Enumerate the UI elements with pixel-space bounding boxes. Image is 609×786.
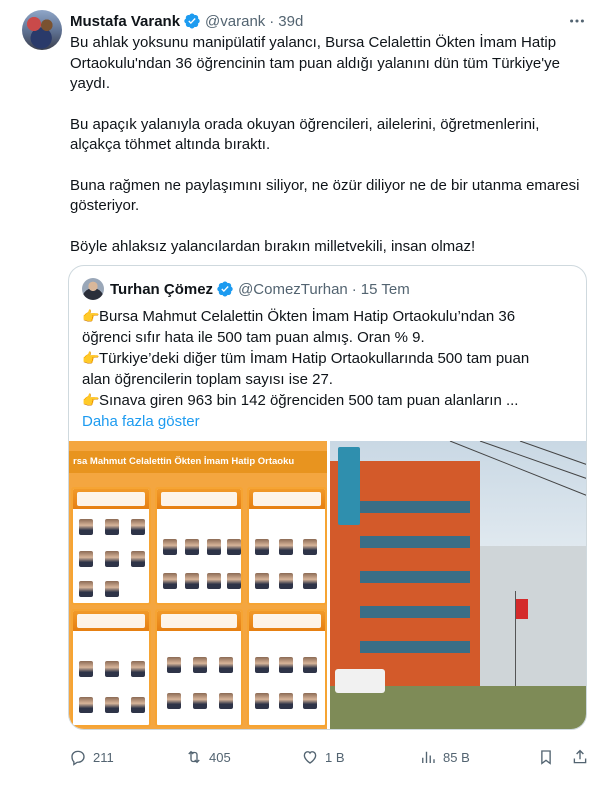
tweet-card: Mustafa Varank @varank · 39d Bu ahlak yo… bbox=[0, 0, 609, 786]
reply-count: 211 bbox=[93, 749, 114, 765]
share-icon bbox=[573, 749, 587, 764]
author-avatar[interactable] bbox=[22, 10, 62, 50]
quoted-tweet-header: Turhan Çömez @ComezTurhan · 15 Tem bbox=[82, 278, 410, 300]
poster-panel bbox=[71, 609, 151, 727]
side-building bbox=[480, 546, 586, 686]
quoted-text-line: 👉Sınava giren 963 bin 142 öğrenciden 500… bbox=[82, 390, 577, 412]
tweet-paragraph: Böyle ahlaksız yalancılardan bırakın mil… bbox=[70, 237, 476, 255]
share-button[interactable] bbox=[571, 747, 595, 767]
poster-panel bbox=[71, 487, 151, 605]
poster-banner: rsa Mahmut Celalettin Ökten İmam Hatip O… bbox=[69, 451, 327, 473]
pointing-hand-icon: 👉 bbox=[82, 308, 100, 324]
tweet-paragraph: Bu ahlak yoksunu manipülatif yalancı, Bu… bbox=[70, 34, 560, 92]
truck bbox=[335, 669, 385, 693]
view-count: 85 B bbox=[443, 749, 470, 765]
tweet-paragraph: Bu apaçık yalanıyla orada okuyan öğrenci… bbox=[70, 115, 540, 154]
tweet-header: Mustafa Varank @varank · 39d bbox=[70, 11, 303, 31]
quoted-text-line: 👉Bursa Mahmut Celalettin Ökten İmam Hati… bbox=[82, 306, 577, 328]
turkish-flag bbox=[516, 599, 528, 619]
like-button[interactable]: 1 B bbox=[301, 747, 345, 767]
quoted-line-text: Bursa Mahmut Celalettin Ökten İmam Hatip… bbox=[99, 308, 516, 325]
heart-icon bbox=[303, 751, 317, 764]
author-handle[interactable]: @varank bbox=[205, 13, 265, 30]
quoted-media: rsa Mahmut Celalettin Ökten İmam Hatip O… bbox=[69, 441, 586, 729]
poster-panel bbox=[155, 609, 243, 727]
show-more-link[interactable]: Daha fazla göster bbox=[82, 412, 577, 433]
quoted-text-line: alan öğrencilerin toplam sayısı ise 27. bbox=[82, 370, 577, 391]
reply-icon bbox=[71, 750, 85, 766]
school-poster-image[interactable]: rsa Mahmut Celalettin Ökten İmam Hatip O… bbox=[69, 441, 327, 729]
quoted-author-handle[interactable]: @ComezTurhan bbox=[238, 281, 348, 298]
quoted-text-line: öğrenci sıfır hata ile 500 tam puan almı… bbox=[82, 328, 577, 349]
like-count: 1 B bbox=[325, 749, 345, 765]
quoted-text-line: 👉Türkiye’deki diğer tüm İmam Hatip Ortao… bbox=[82, 348, 577, 370]
quoted-line-text: Sınava giren 963 bin 142 öğrenciden 500 … bbox=[99, 392, 519, 409]
reply-button[interactable]: 211 bbox=[69, 747, 114, 767]
pointing-hand-icon: 👉 bbox=[82, 392, 100, 408]
poster-panel bbox=[247, 609, 327, 727]
repost-button[interactable]: 405 bbox=[185, 747, 231, 767]
school-building-photo[interactable] bbox=[330, 441, 586, 729]
quoted-author-name[interactable]: Turhan Çömez bbox=[110, 281, 213, 298]
quoted-line-text: öğrenci sıfır hata ile 500 tam puan almı… bbox=[82, 328, 425, 346]
separator-dot: · bbox=[351, 280, 357, 298]
pointing-hand-icon: 👉 bbox=[82, 350, 100, 366]
quoted-author-avatar[interactable] bbox=[82, 278, 104, 300]
quoted-line-text: alan öğrencilerin toplam sayısı ise 27. bbox=[82, 370, 333, 388]
quoted-line-text: Türkiye’deki diğer tüm İmam Hatip Ortaok… bbox=[99, 350, 530, 367]
tweet-time[interactable]: 39d bbox=[278, 13, 303, 30]
views-button[interactable]: 85 B bbox=[419, 747, 470, 767]
poster-panel bbox=[155, 487, 243, 605]
repost-count: 405 bbox=[209, 749, 231, 765]
verified-badge-icon bbox=[183, 12, 201, 30]
tweet-text: Bu ahlak yoksunu manipülatif yalancı, Bu… bbox=[70, 33, 590, 277]
quoted-tweet-text: 👉Bursa Mahmut Celalettin Ökten İmam Hati… bbox=[82, 306, 577, 432]
tweet-paragraph: Buna rağmen ne paylaşımını siliyor, ne ö… bbox=[70, 176, 580, 215]
views-chart-icon bbox=[422, 751, 435, 763]
verified-badge-icon bbox=[216, 280, 234, 298]
bookmark-button[interactable] bbox=[537, 747, 561, 767]
school-sign bbox=[338, 447, 360, 525]
poster-panel bbox=[247, 487, 327, 605]
bookmark-icon bbox=[541, 750, 551, 765]
quoted-tweet-time[interactable]: 15 Tem bbox=[361, 281, 410, 298]
quoted-tweet[interactable]: Turhan Çömez @ComezTurhan · 15 Tem 👉Burs… bbox=[68, 265, 587, 730]
tweet-actions: 211 405 1 B 85 B bbox=[69, 747, 589, 767]
author-name[interactable]: Mustafa Varank bbox=[70, 13, 180, 30]
repost-icon bbox=[188, 750, 200, 764]
more-options-icon[interactable] bbox=[567, 11, 587, 31]
separator-dot: · bbox=[269, 12, 275, 30]
